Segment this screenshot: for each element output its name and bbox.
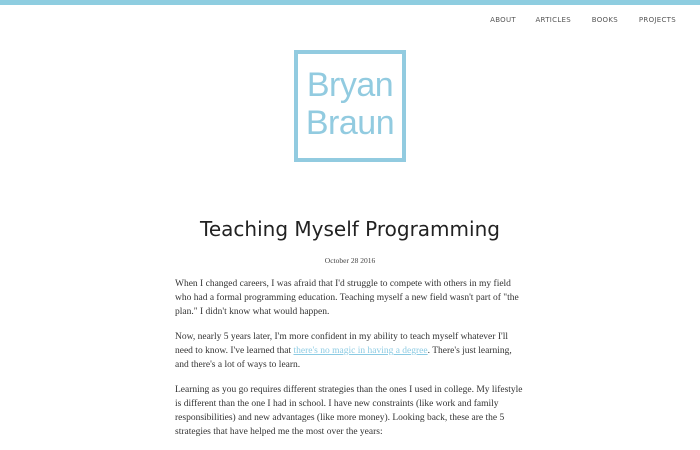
site-logo[interactable]: Bryan Braun [294, 50, 406, 162]
paragraph-1: When I changed careers, I was afraid tha… [175, 279, 519, 317]
nav-projects-link[interactable]: PROJECTS [639, 16, 676, 24]
article-body: When I changed careers, I was afraid tha… [175, 277, 525, 450]
nav-articles-link[interactable]: ARTICLES [535, 16, 571, 24]
article-date: October 28 2016 [324, 256, 376, 265]
article-title: Teaching Myself Programming [200, 217, 500, 241]
logo-first-name: Bryan [306, 66, 394, 104]
logo-last-name: Braun [305, 104, 395, 142]
top-accent-bar [0, 0, 700, 5]
paragraph-2: Now, nearly 5 years later, I'm more conf… [175, 330, 525, 372]
nav-books-link[interactable]: BOOKS [592, 16, 618, 24]
degree-magic-link[interactable]: there's no magic in having a degree [293, 346, 427, 356]
nav-about-link[interactable]: ABOUT [490, 16, 516, 24]
paragraph-3: Learning as you go requires different st… [175, 385, 523, 437]
